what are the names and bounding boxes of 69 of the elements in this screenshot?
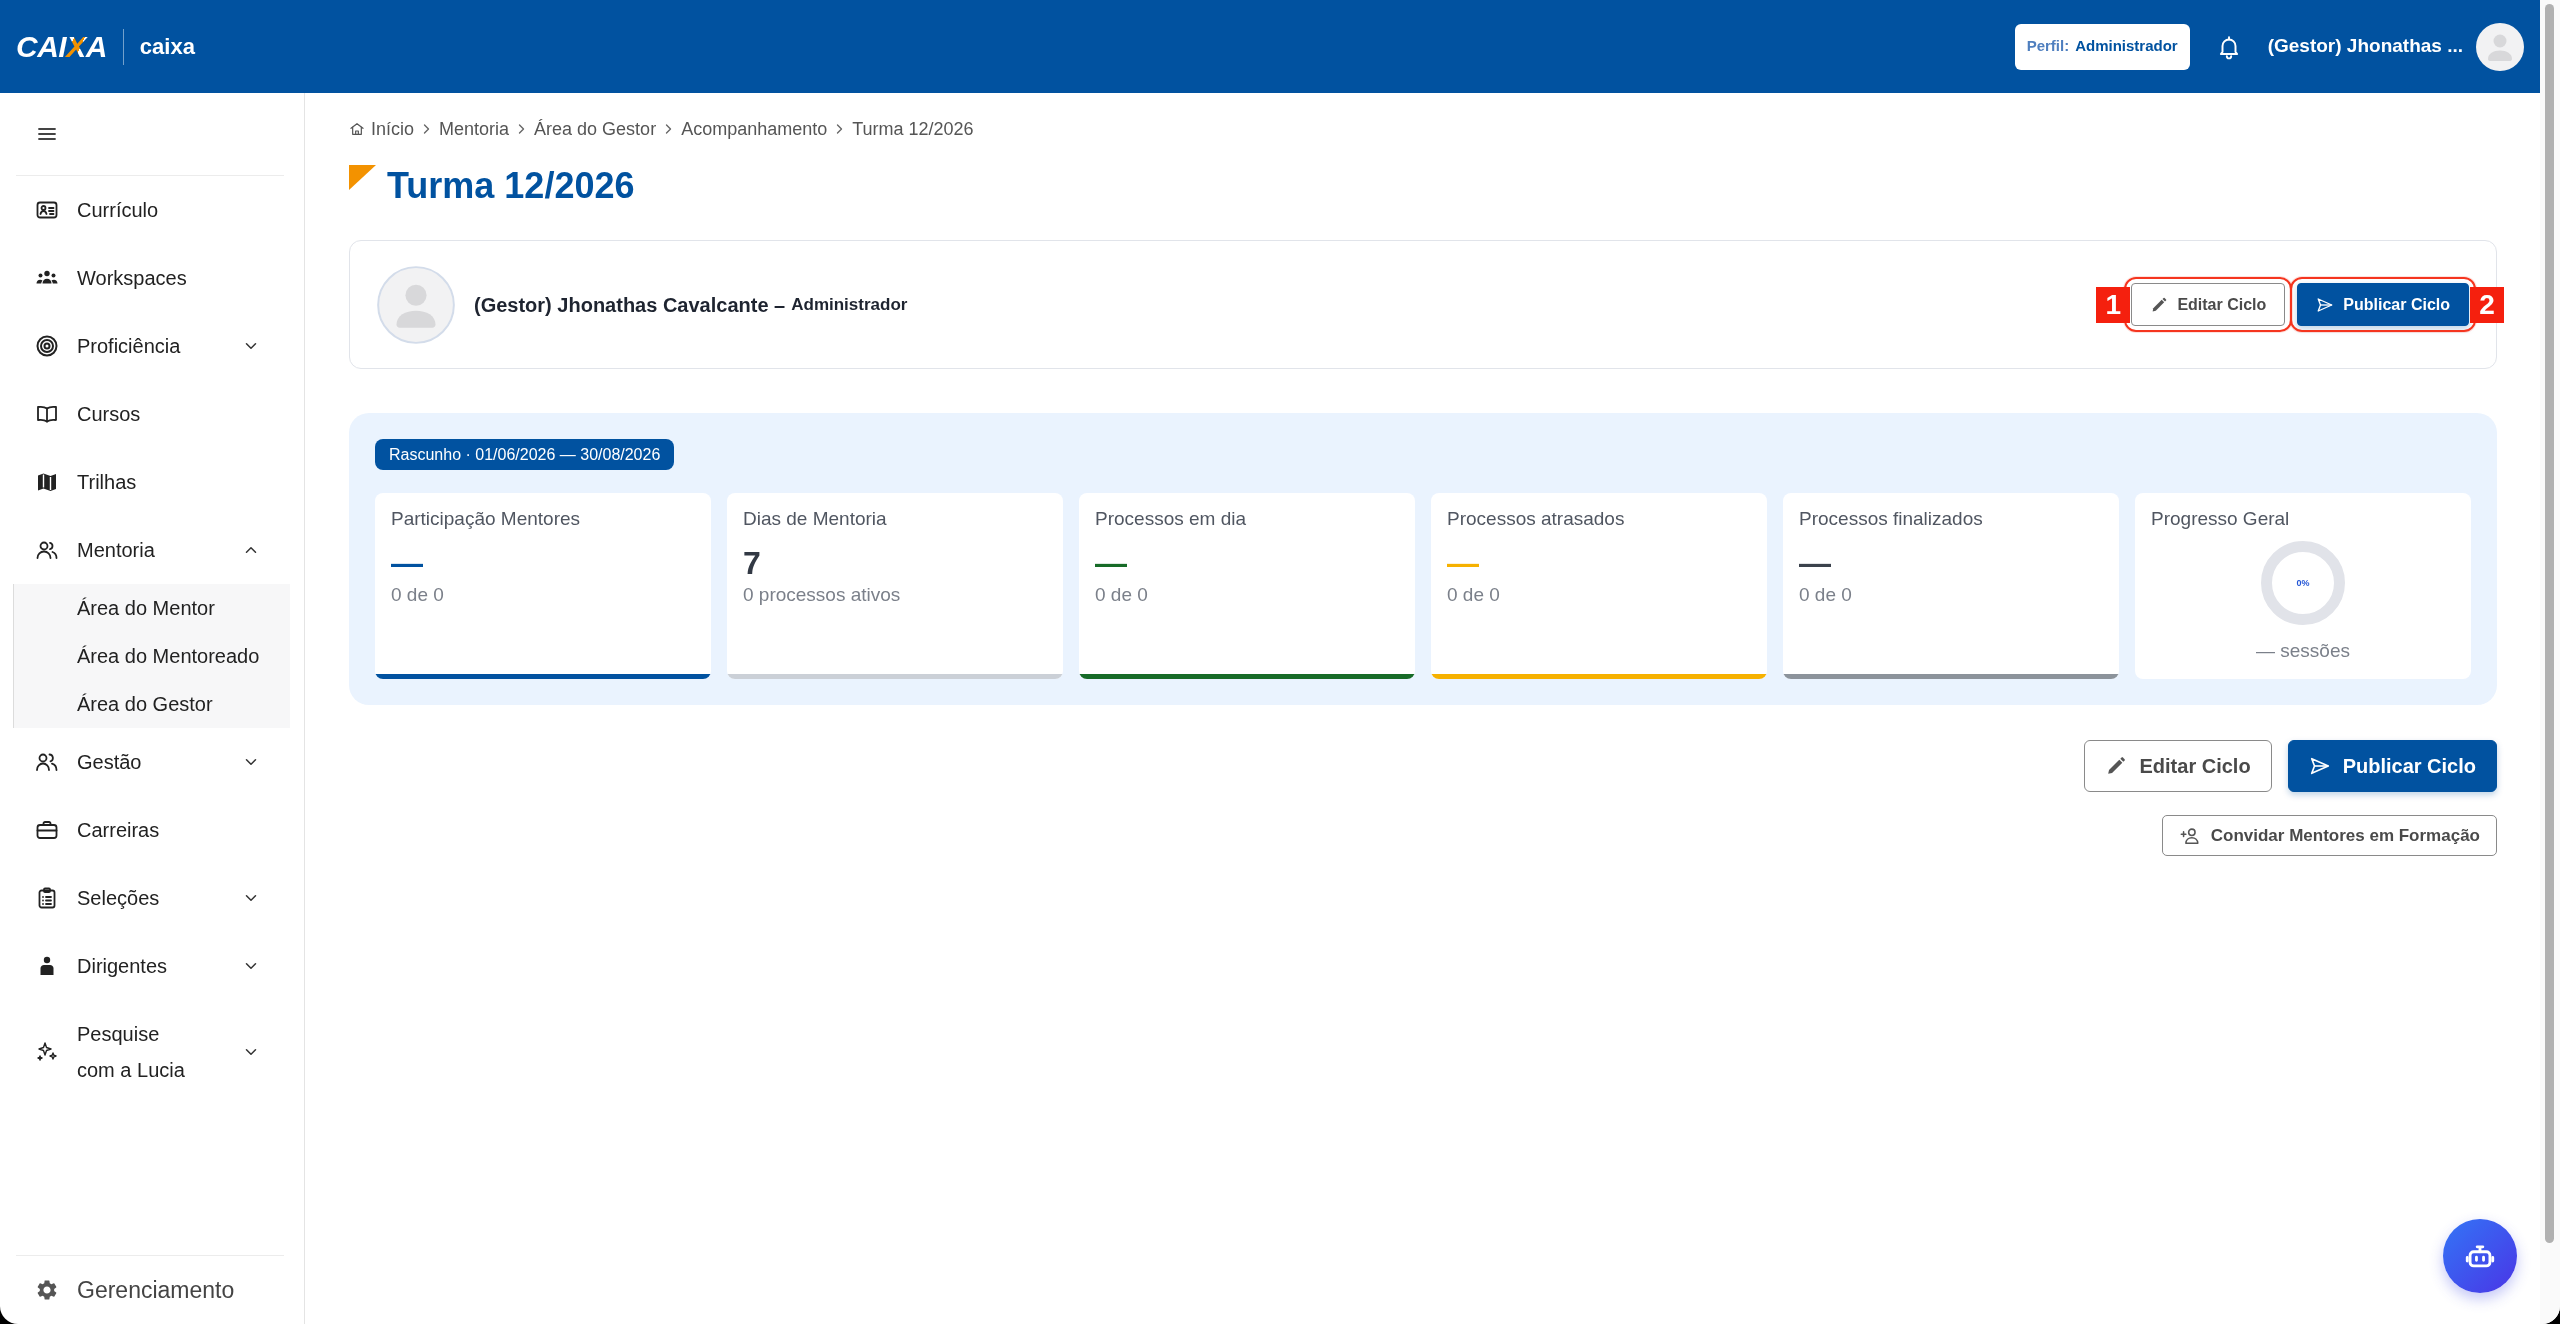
sidebar-item[interactable]: Proficiência (0, 312, 304, 380)
callout-number: 2 (2470, 287, 2504, 323)
target-icon (35, 334, 59, 358)
user-name[interactable]: (Gestor) Jhonathas ... (2267, 32, 2463, 61)
chevron-icon (422, 123, 432, 135)
user-role: Administrador (791, 293, 908, 316)
stat-value: 7 (743, 544, 761, 583)
sidebar-item[interactable]: Cursos (0, 380, 304, 448)
status-badge: Rascunho · 01/06/2026 — 30/08/2026 (375, 439, 675, 470)
brand-name: caixa (139, 33, 195, 61)
user-name: (Gestor) Jhonathas Cavalcante – (474, 292, 786, 318)
avatar-icon[interactable] (2476, 22, 2524, 71)
stat-title: Progresso Geral (2151, 507, 2291, 531)
profile-selector[interactable]: Perfil: Administrador (2014, 23, 2190, 70)
stat-caption: 0 de 0 (1447, 584, 1500, 605)
send-icon (2308, 755, 2331, 777)
scrollbar-thumb[interactable] (2545, 4, 2554, 1243)
avatar-icon (377, 265, 455, 344)
stat-caption: 0 processos ativos (743, 584, 901, 605)
sidebar-item[interactable]: Trilhas (0, 448, 304, 516)
edit-button[interactable]: Editar Ciclo (2131, 283, 2286, 326)
chevron-icon (664, 123, 674, 135)
breadcrumb-link[interactable]: Área do Gestor (534, 115, 657, 143)
stat-caption: 0 de 0 (1799, 584, 1852, 605)
sidebar-item[interactable]: Mentoria (0, 516, 304, 584)
sidebar-item[interactable]: Currículo (0, 176, 304, 244)
sidebar-item[interactable]: Seleções (0, 864, 304, 932)
sidebar-subitem[interactable]: Área do Mentoreado (14, 632, 290, 680)
invite-button[interactable]: Convidar Mentores em Formação (2161, 815, 2497, 856)
pencil-icon (2150, 295, 2169, 314)
publish-button[interactable]: Publicar Ciclo (2287, 740, 2497, 792)
pencil-icon (2105, 755, 2128, 777)
stat-caption: 0 de 0 (1095, 584, 1148, 605)
stat-title: Participação Mentores (391, 507, 582, 531)
publish-button[interactable]: Publicar Ciclo (2297, 283, 2469, 326)
triangle-icon (349, 165, 376, 190)
sidebar-item[interactable]: Gestão (0, 728, 304, 796)
send-icon (2316, 295, 2335, 314)
breadcrumb-link[interactable]: Início (349, 115, 415, 143)
stat-title: Dias de Mentoria (743, 507, 888, 531)
stat-caption: 0 de 0 (391, 584, 444, 605)
stat-title: Processos em dia (1095, 507, 1247, 531)
chat-bot-button[interactable] (2443, 1219, 2517, 1293)
stat-value: — (1095, 544, 1127, 583)
sidebar-item[interactable]: Workspaces (0, 244, 304, 312)
sidebar-subitem[interactable]: Área do Gestor (14, 680, 290, 728)
progress-percent: 0% (2296, 578, 2310, 588)
sidebar-subitem[interactable]: Área do Mentor (14, 584, 290, 632)
sidebar-item[interactable]: Carreiras (0, 796, 304, 864)
breadcrumb-current: Turma 12/2026 (852, 117, 974, 141)
chevron-icon (517, 123, 527, 135)
edit-button[interactable]: Editar Ciclo (2084, 740, 2272, 792)
stat-title: Processos finalizados (1799, 507, 1984, 531)
chevron-icon (835, 123, 845, 135)
home-icon (349, 121, 365, 137)
callout-number: 1 (2096, 287, 2131, 323)
page-title: Turma 12/2026 (387, 164, 635, 208)
briefcase-icon (35, 818, 59, 842)
sidebar-item[interactable]: Dirigentes (0, 932, 304, 1000)
stat-value: — (1447, 544, 1479, 583)
breadcrumb-link[interactable]: Acompanhamento (681, 115, 828, 143)
stat-title: Processos atrasados (1447, 507, 1626, 531)
breadcrumb-link[interactable]: Mentoria (439, 115, 510, 143)
stat-value: — (1799, 544, 1831, 583)
sidebar-item[interactable]: Gerenciamento (0, 1256, 304, 1324)
sidebar-item[interactable]: Pesquise com a Lucia (0, 1000, 304, 1104)
stat-value: — (391, 544, 423, 583)
stat-caption: — sessões (2256, 640, 2350, 661)
gear-icon (35, 1278, 59, 1302)
